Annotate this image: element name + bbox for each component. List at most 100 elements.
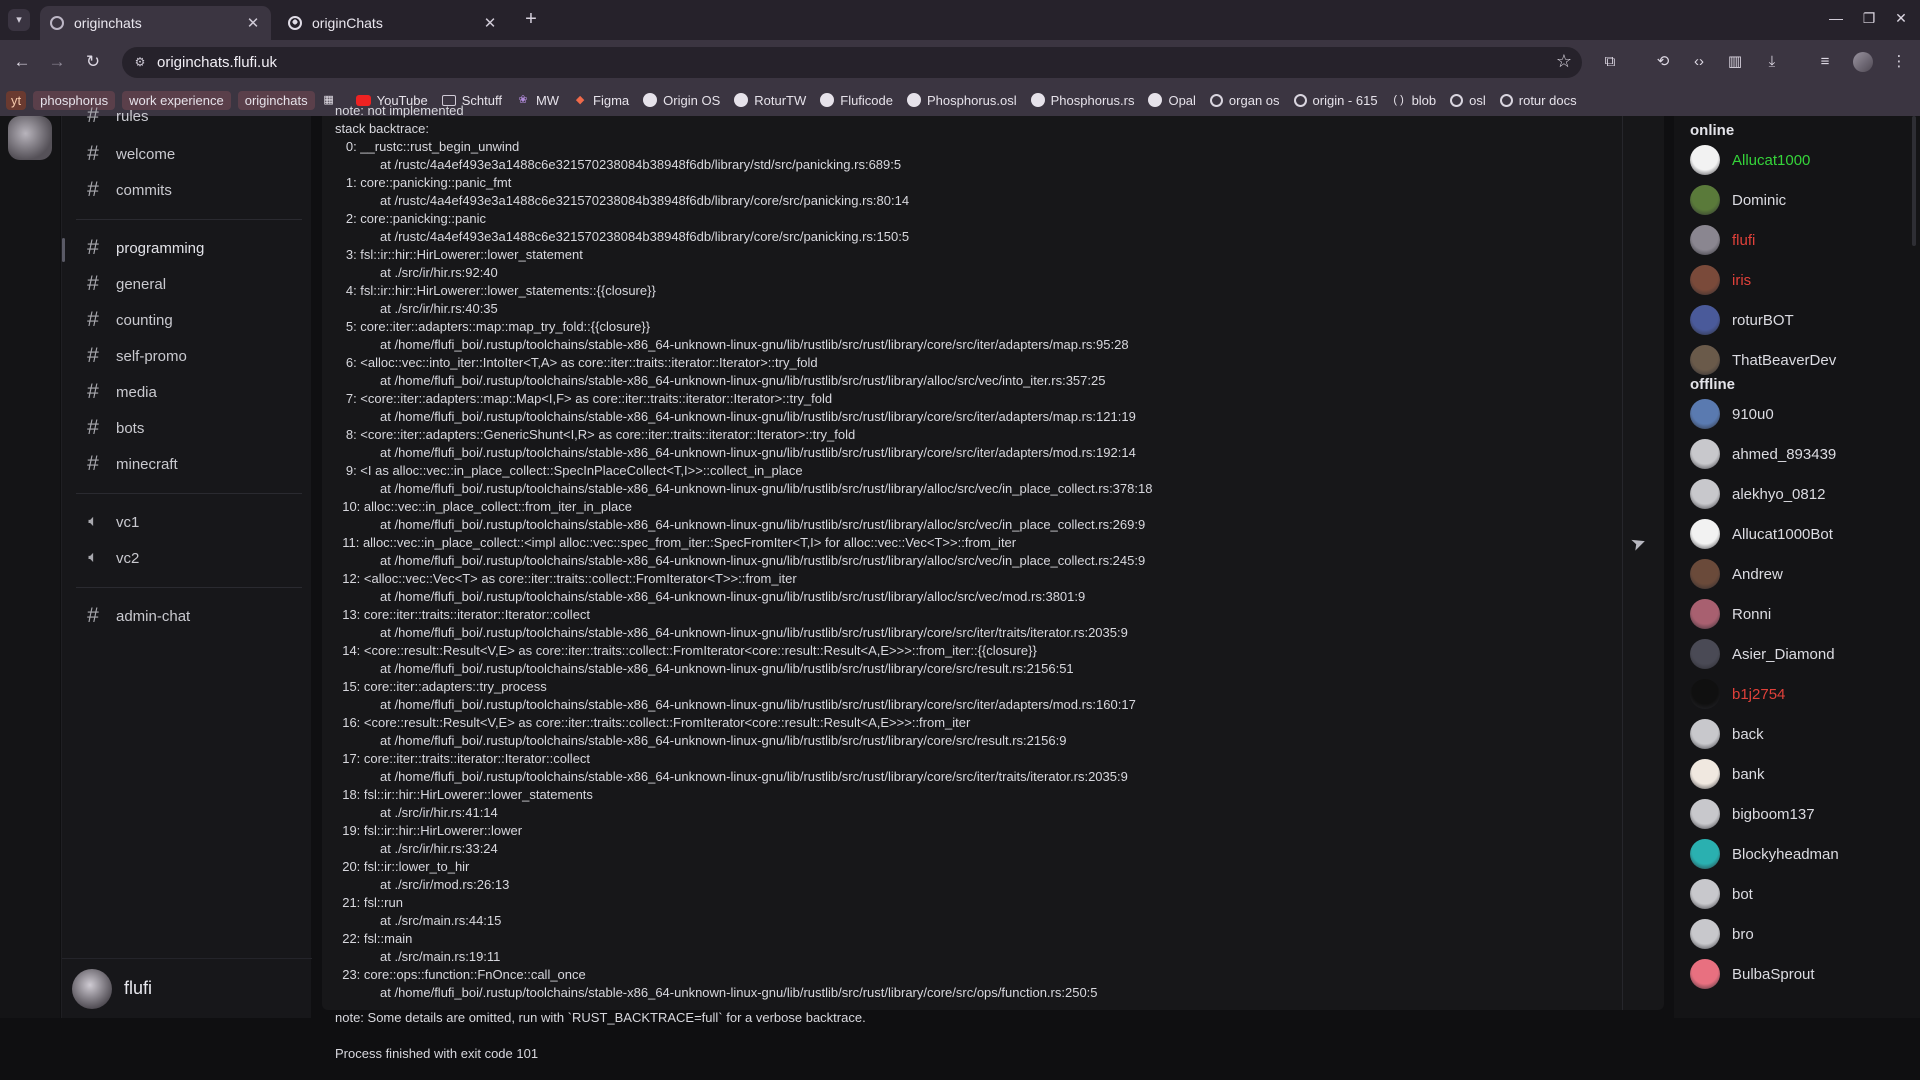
back-button[interactable]: ← <box>11 51 33 73</box>
log-line: 15: core::iter::adapters::try_process <box>335 679 547 694</box>
log-line: at /rustc/4a4ef493e3a1488c6e321570238084… <box>380 193 910 208</box>
member-item[interactable]: BulbaSprout <box>1690 958 1815 990</box>
hash-icon: # <box>87 236 99 259</box>
address-bar[interactable]: ⚙ originchats.flufi.uk ☆ <box>122 47 1582 78</box>
channel-welcome[interactable]: # welcome <box>76 140 298 168</box>
log-line: at /home/flufi_boi/.rustup/toolchains/st… <box>380 445 1136 460</box>
log-line: at /home/flufi_boi/.rustup/toolchains/st… <box>380 589 1086 604</box>
member-item[interactable]: back <box>1690 718 1764 750</box>
user-panel[interactable]: flufi <box>62 958 312 1018</box>
menu-kebab-icon[interactable]: ⋮ <box>1889 52 1909 72</box>
member-item[interactable]: ThatBeaverDev <box>1690 344 1836 376</box>
channel-counting[interactable]: # counting <box>76 306 298 334</box>
channel-vc1[interactable]: 🔈︎ vc1 <box>76 508 298 536</box>
log-line: 9: <I as alloc::vec::in_place_collect::S… <box>335 463 803 478</box>
avatar <box>1690 799 1720 829</box>
member-item[interactable]: alekhyo_0812 <box>1690 478 1825 510</box>
channel-list: # rules # welcome # commits # programming # g… <box>61 104 312 1018</box>
restore-button[interactable]: ❐ <box>1859 10 1879 27</box>
avatar <box>1690 639 1720 669</box>
devtools-icon[interactable]: ‹› <box>1689 52 1709 72</box>
member-list: online Allucat1000 Dominic flufi iris roturBO… <box>1674 116 1920 1018</box>
channel-divider <box>76 493 302 494</box>
history-icon[interactable]: ⟲ <box>1653 52 1673 72</box>
bookmark-yt[interactable]: yt <box>6 90 27 110</box>
extensions-icon[interactable]: ⧉ <box>1600 52 1620 72</box>
channel-divider <box>76 587 302 588</box>
log-line: at /home/flufi_boi/.rustup/toolchains/st… <box>380 697 1136 712</box>
channel-name: media <box>116 383 157 401</box>
new-tab-button[interactable]: + <box>520 9 542 31</box>
member-item[interactable]: bank <box>1690 758 1765 790</box>
channel-media[interactable]: # media <box>76 378 298 406</box>
log-line: 21: fsl::run <box>335 895 403 910</box>
channel-commits[interactable]: # commits <box>76 176 298 204</box>
bookmark-star-icon[interactable]: ☆ <box>1556 51 1572 72</box>
member-name: alekhyo_0812 <box>1732 485 1826 503</box>
member-item[interactable]: Asier_Diamond <box>1690 638 1835 670</box>
close-window-button[interactable]: ✕ <box>1891 10 1911 27</box>
channel-name: counting <box>116 311 173 329</box>
log-line: stack backtrace: <box>335 121 429 136</box>
member-item[interactable]: bot <box>1690 878 1753 910</box>
tab-originchats-github[interactable]: originChats ✕ <box>278 6 508 40</box>
member-item[interactable]: bro <box>1690 918 1754 950</box>
member-scrollbar[interactable] <box>1912 116 1916 246</box>
profile-avatar[interactable] <box>1853 52 1873 72</box>
member-item[interactable]: Andrew <box>1690 558 1783 590</box>
channel-admin-chat[interactable]: # admin-chat <box>76 602 298 630</box>
member-item[interactable]: Dominic <box>1690 184 1786 216</box>
member-item[interactable]: Allucat1000Bot <box>1690 518 1833 550</box>
channel-general[interactable]: # general <box>76 270 298 298</box>
server-icon[interactable] <box>8 116 52 160</box>
log-line: 10: alloc::vec::in_place_collect::from_i… <box>335 499 632 514</box>
minimize-button[interactable]: — <box>1826 10 1846 26</box>
member-item[interactable]: ahmed_893439 <box>1690 438 1836 470</box>
tab-originchats[interactable]: originchats ✕ <box>40 6 271 40</box>
member-name: bot <box>1732 885 1753 903</box>
log-line: note: not implemented <box>335 103 464 118</box>
forward-button[interactable]: → <box>46 51 68 73</box>
channel-programming[interactable]: # programming <box>76 234 298 262</box>
member-item[interactable]: flufi <box>1690 224 1755 256</box>
member-name: ThatBeaverDev <box>1732 351 1837 369</box>
member-item[interactable]: Ronni <box>1690 598 1771 630</box>
member-item[interactable]: Blockyheadman <box>1690 838 1839 870</box>
media-control-icon[interactable]: ≡ <box>1815 52 1835 72</box>
member-item[interactable]: roturBOT <box>1690 304 1794 336</box>
server-rail <box>0 116 60 1018</box>
member-name: back <box>1732 725 1764 743</box>
channel-vc2[interactable]: 🔈︎ vc2 <box>76 544 298 572</box>
avatar <box>1690 305 1720 335</box>
member-name: Allucat1000Bot <box>1732 525 1833 543</box>
member-name: Ronni <box>1732 605 1772 623</box>
speaker-icon: 🔈︎ <box>88 513 98 530</box>
tab-search-dropdown-icon[interactable]: ▾ <box>8 9 30 31</box>
tab-title: originchats <box>74 15 142 31</box>
avatar <box>1690 399 1720 429</box>
member-name: ahmed_893439 <box>1732 445 1837 463</box>
member-item[interactable]: 910u0 <box>1690 398 1774 430</box>
channel-name: admin-chat <box>116 607 191 625</box>
member-item[interactable]: Allucat1000 <box>1690 144 1810 176</box>
close-tab-icon[interactable]: ✕ <box>245 14 261 32</box>
site-info-icon[interactable]: ⚙ <box>132 54 148 70</box>
log-line: at /home/flufi_boi/.rustup/toolchains/st… <box>380 985 1098 1000</box>
backtrace-message: note: not implemented stack backtrace: 0:… <box>335 102 1635 1002</box>
channel-self-promo[interactable]: # self-promo <box>76 342 298 370</box>
reload-button[interactable]: ↻ <box>82 51 104 73</box>
close-tab-icon[interactable]: ✕ <box>482 14 498 32</box>
sidepanel-icon[interactable]: ▥ <box>1725 52 1745 72</box>
member-item[interactable]: b1j2754 <box>1690 678 1785 710</box>
channel-bots[interactable]: # bots <box>76 414 298 442</box>
log-line: at /home/flufi_boi/.rustup/toolchains/st… <box>380 373 1106 388</box>
member-item[interactable]: iris <box>1690 264 1751 296</box>
download-icon[interactable]: ⤓ <box>1762 52 1782 72</box>
member-name: Andrew <box>1732 565 1783 583</box>
member-item[interactable]: bigboom137 <box>1690 798 1815 830</box>
channel-minecraft[interactable]: # minecraft <box>76 450 298 478</box>
channel-divider <box>76 219 302 220</box>
channel-rules[interactable]: # rules <box>76 102 298 130</box>
hash-icon: # <box>87 104 99 127</box>
browser-toolbar: ← → ↻ ⚙ originchats.flufi.uk ☆ ⧉ ⟲ ‹› ▥ … <box>0 40 1920 84</box>
